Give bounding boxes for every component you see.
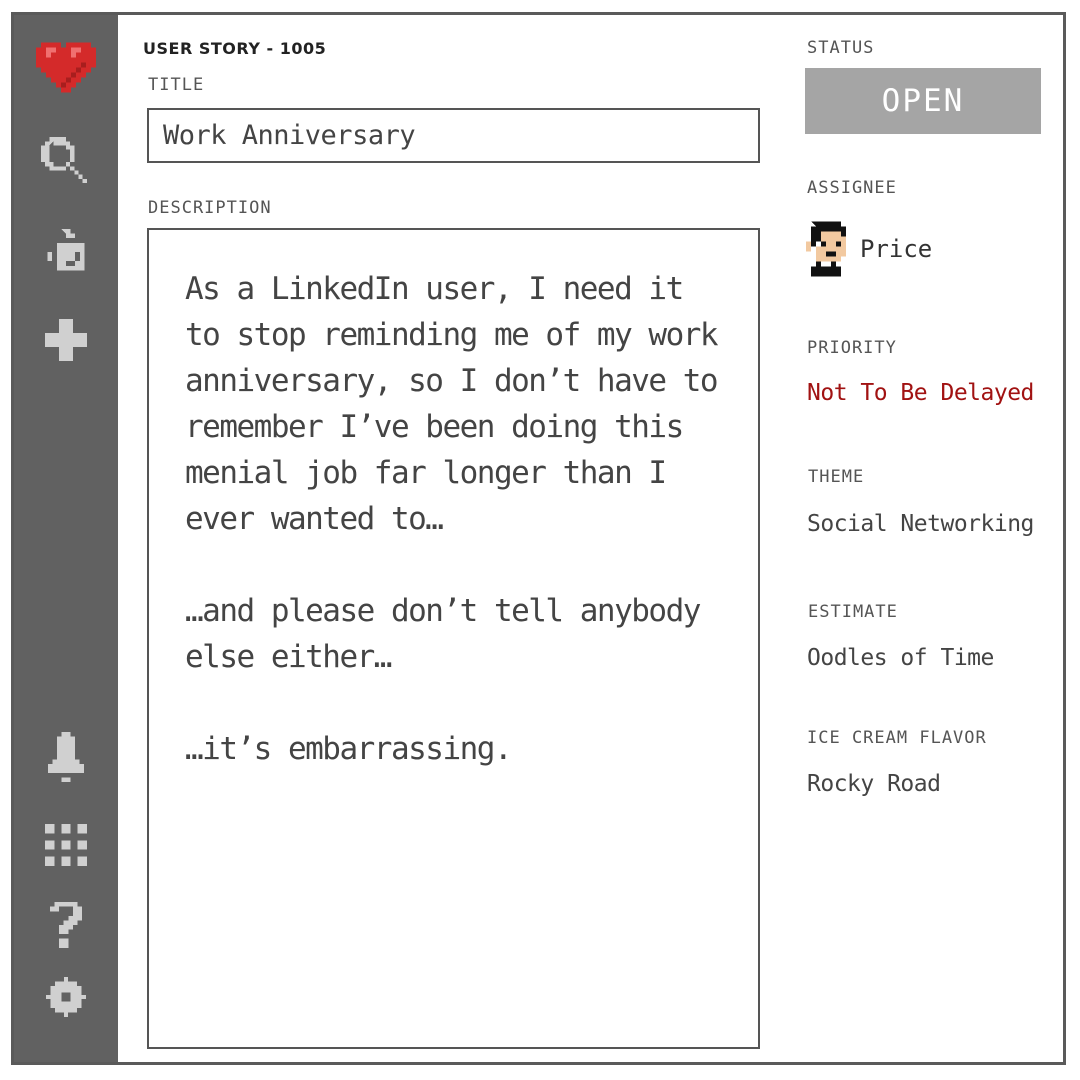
gear-icon[interactable] <box>14 967 118 1027</box>
assignee-label: ASSIGNEE <box>807 178 897 198</box>
avatar <box>806 221 846 277</box>
search-icon[interactable] <box>14 128 118 188</box>
story-id: USER STORY - 1005 <box>143 39 327 58</box>
estimate-value[interactable]: Oodles of Time <box>807 645 994 671</box>
theme-label: THEME <box>808 467 865 487</box>
bell-icon[interactable] <box>14 727 118 787</box>
help-icon[interactable] <box>14 895 118 955</box>
description-paragraph: …it’s embarrassing. <box>185 731 513 767</box>
ice-cream-flavor-value[interactable]: Rocky Road <box>807 771 941 797</box>
app-window: USER STORY - 1005 TITLE Work Anniversary… <box>11 12 1066 1065</box>
title-label: TITLE <box>148 75 205 95</box>
description-field[interactable]: As a LinkedIn user, I need it to stop re… <box>147 228 760 1049</box>
puzzle-icon[interactable] <box>14 222 118 282</box>
assignee[interactable]: Price <box>806 221 932 277</box>
description-label: DESCRIPTION <box>148 198 272 218</box>
main-panel: USER STORY - 1005 TITLE Work Anniversary… <box>118 15 1063 1062</box>
status-button[interactable]: OPEN <box>805 68 1041 134</box>
heart-logo-icon[interactable] <box>14 35 118 95</box>
estimate-label: ESTIMATE <box>808 602 898 622</box>
assignee-name: Price <box>860 235 933 263</box>
title-field[interactable]: Work Anniversary <box>147 108 760 163</box>
status-label: STATUS <box>807 38 875 58</box>
priority-value[interactable]: Not To Be Delayed <box>807 380 1034 406</box>
description-paragraph: As a LinkedIn user, I need it to stop re… <box>185 271 719 537</box>
plus-icon[interactable] <box>14 310 118 370</box>
priority-label: PRIORITY <box>807 338 897 358</box>
description-paragraph: …and please don’t tell anybody else eith… <box>185 593 701 675</box>
sidebar <box>14 15 118 1062</box>
theme-value[interactable]: Social Networking <box>807 511 1034 537</box>
grid-icon[interactable] <box>14 815 118 875</box>
ice-cream-flavor-label: ICE CREAM FLAVOR <box>807 728 987 748</box>
